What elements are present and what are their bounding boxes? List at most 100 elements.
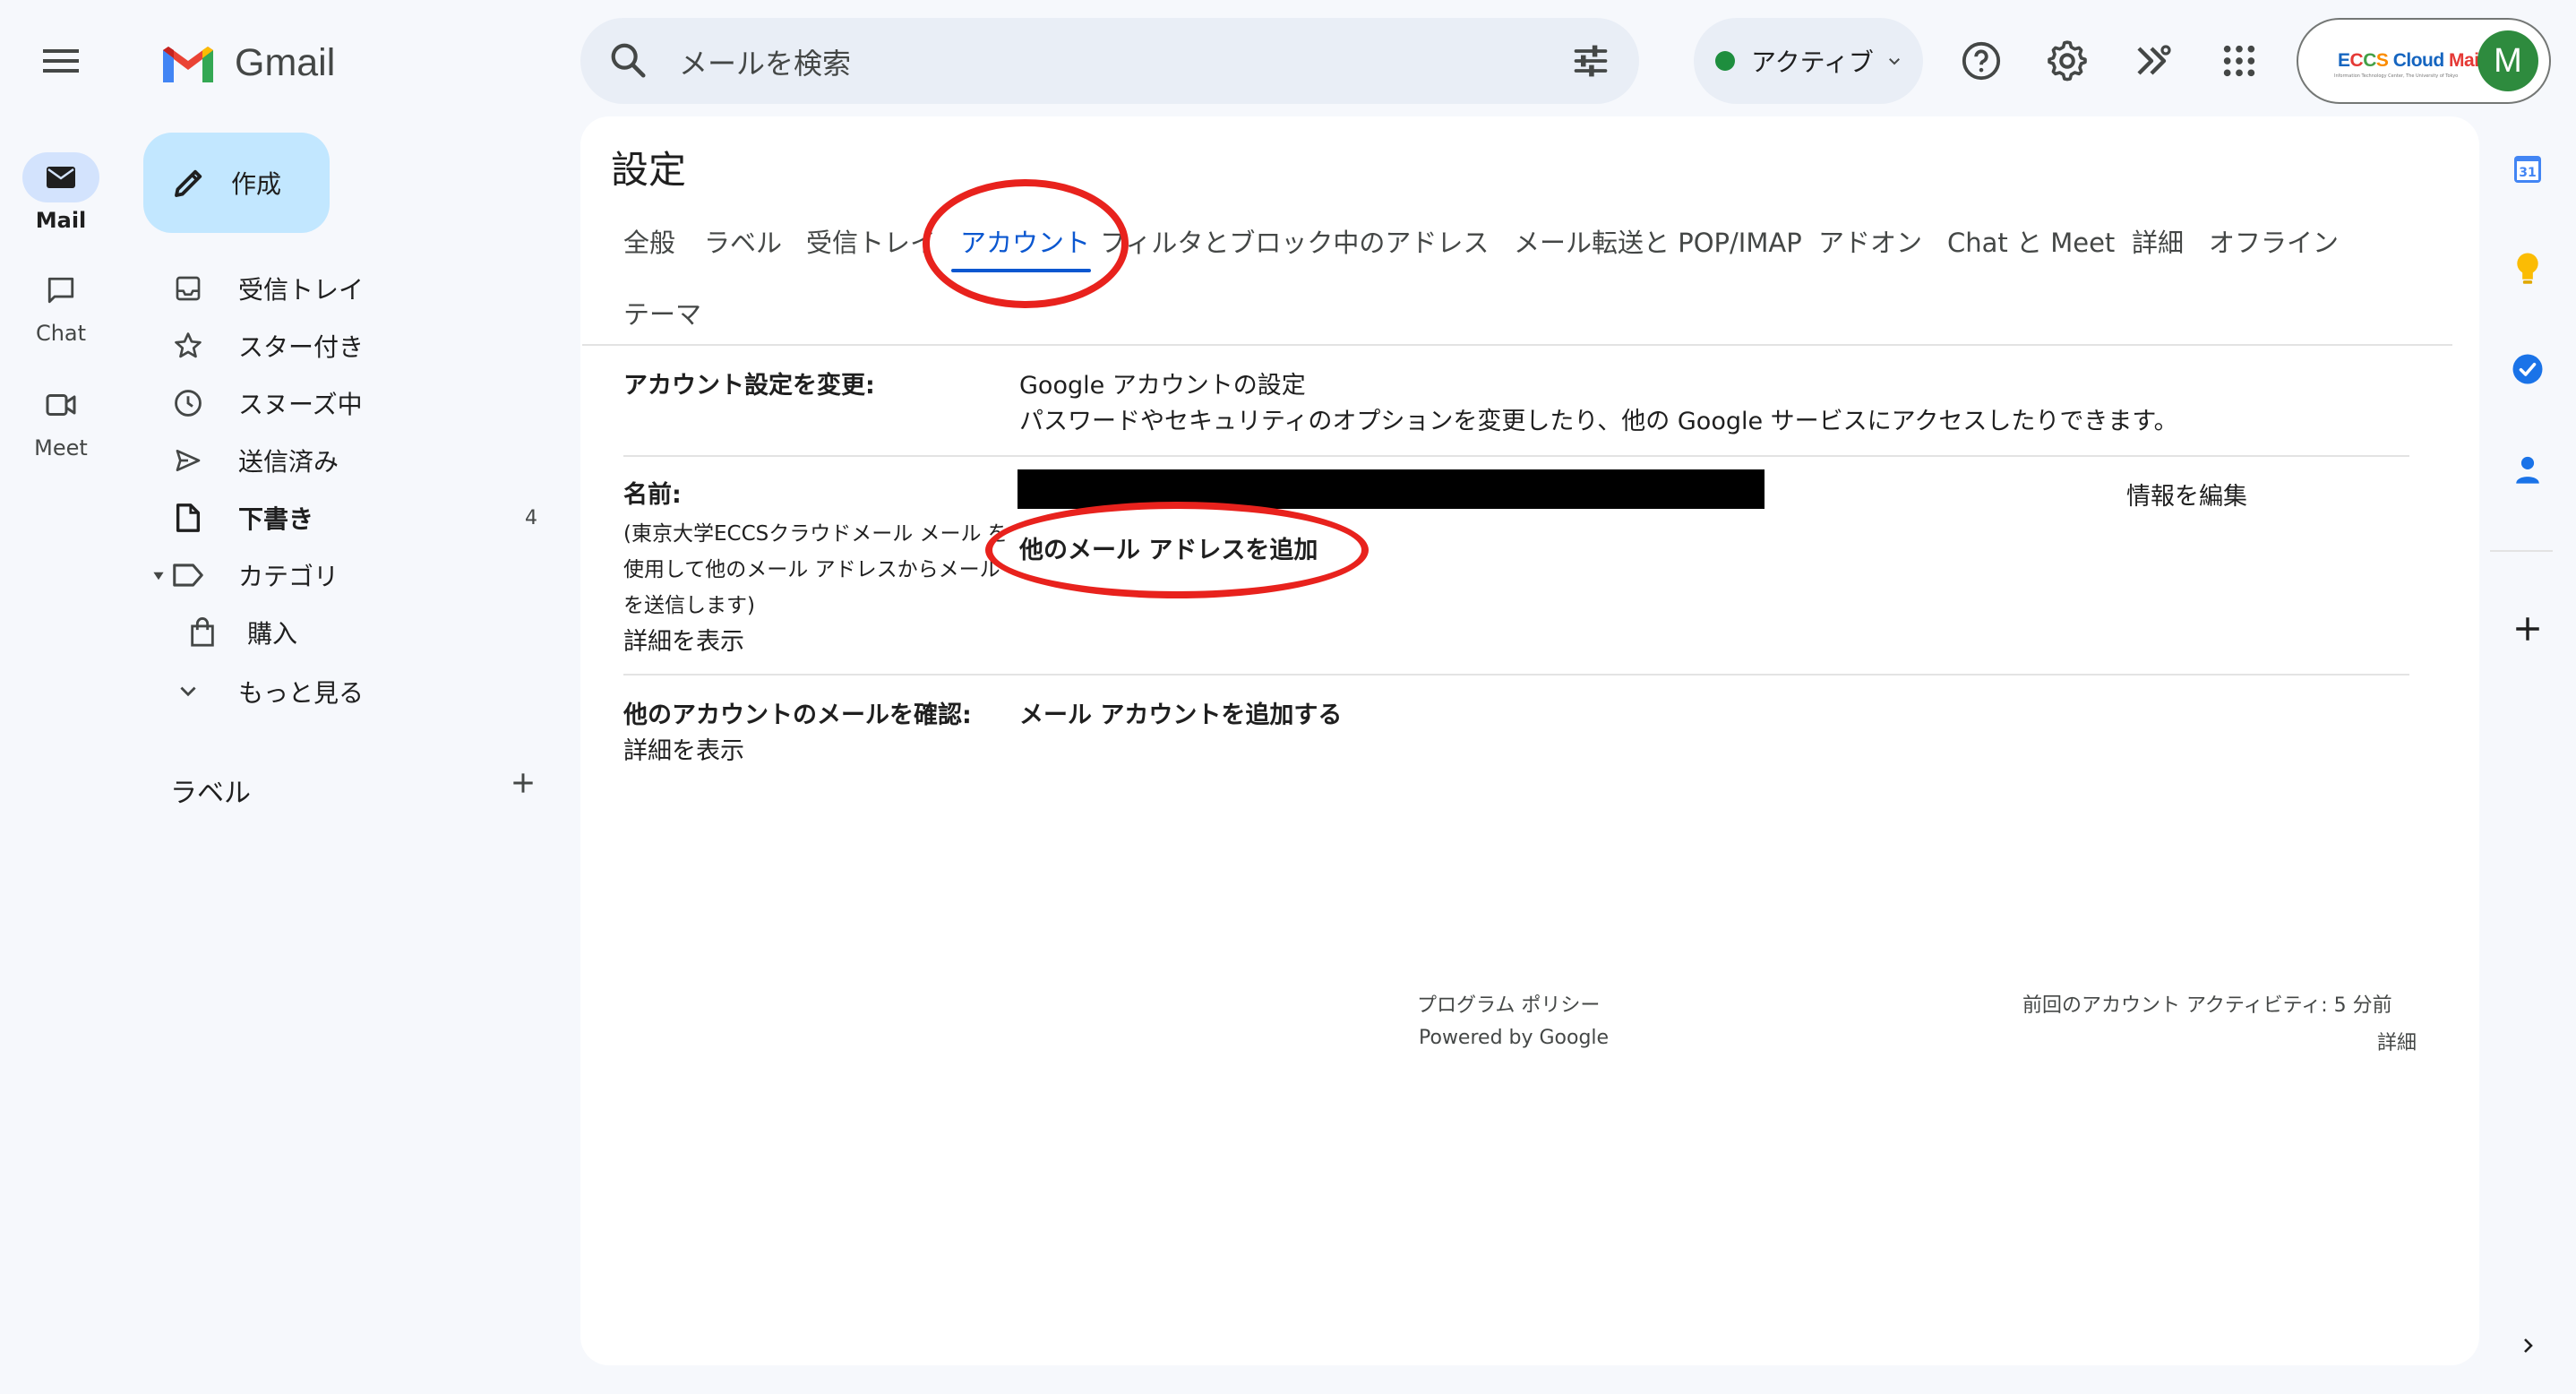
chevron-down-icon: [180, 686, 196, 697]
nav-item-inbox[interactable]: 受信トレイ: [161, 263, 555, 314]
name-details-link[interactable]: 詳細を表示: [623, 622, 744, 657]
google-account-settings-link[interactable]: Google アカウントの設定: [1019, 366, 1306, 400]
tab-offline[interactable]: オフライン: [2209, 222, 2339, 260]
get-addons-button[interactable]: [2503, 604, 2553, 654]
nav-item-categories[interactable]: カテゴリ: [153, 550, 555, 600]
status-selector[interactable]: アクティブ: [1694, 18, 1923, 104]
nav-label: もっと見る: [238, 678, 365, 708]
inbox-icon: [176, 276, 201, 301]
nav-item-snoozed[interactable]: スヌーズ中: [161, 378, 555, 428]
gmail-logo[interactable]: Gmail: [159, 36, 335, 90]
rail-item-mail[interactable]: Mail: [18, 152, 104, 233]
rail-item-meet[interactable]: Meet: [18, 380, 104, 460]
program-policy-link[interactable]: プログラム ポリシー: [1417, 989, 1600, 1018]
main-menu-button[interactable]: [34, 34, 88, 88]
send-icon: [176, 450, 201, 471]
powered-by-google: Powered by Google: [1419, 1027, 1610, 1049]
search-icon[interactable]: [607, 39, 648, 81]
clock-icon: [175, 390, 202, 417]
keep-app-button[interactable]: [2503, 244, 2553, 294]
shopping-bag-icon: [191, 617, 214, 647]
tab-forwarding[interactable]: メール転送と POP/IMAP: [1514, 222, 1802, 260]
tab-inbox[interactable]: 受信トレイ: [806, 222, 936, 260]
check-mail-details-link[interactable]: 詳細を表示: [623, 731, 744, 766]
nav-label: スヌーズ中: [238, 390, 363, 419]
nav-label: スター付き: [238, 332, 365, 362]
tab-addons[interactable]: アドオン: [1818, 222, 1922, 260]
name-note-line3: を送信します): [623, 594, 755, 617]
hamburger-icon: [43, 49, 79, 73]
add-mail-account-link[interactable]: メール アカウントを追加する: [1019, 695, 1342, 730]
name-note-line1: (東京大学ECCSクラウドメール メール を: [623, 522, 1009, 546]
tab-general[interactable]: 全般: [623, 222, 675, 260]
meet-icon: [46, 394, 76, 416]
contacts-app-button[interactable]: [2503, 444, 2553, 495]
calendar-icon: 31: [2514, 156, 2541, 183]
gmail-m-icon: [163, 47, 213, 82]
help-icon: [1962, 41, 2001, 81]
tab-chat-meet[interactable]: Chat と Meet: [1947, 222, 2115, 260]
chevron-right-icon: [2524, 1338, 2533, 1353]
search-input[interactable]: メールを検索: [679, 41, 851, 82]
nav-label: カテゴリ: [238, 562, 339, 591]
nav-item-drafts[interactable]: 下書き 4: [161, 493, 555, 543]
compose-button[interactable]: 作成: [143, 133, 330, 233]
add-label-button[interactable]: [509, 769, 537, 797]
rail-item-chat[interactable]: Chat: [18, 265, 104, 346]
activity-details-link[interactable]: 詳細: [2377, 1027, 2417, 1055]
edit-info-link[interactable]: 情報を編集: [2126, 477, 2247, 512]
contacts-person-icon: [2516, 456, 2539, 484]
nav-item-sent[interactable]: 送信済み: [161, 435, 555, 486]
nav-item-purchases[interactable]: 購入: [176, 607, 570, 658]
nav-item-more[interactable]: もっと見る: [161, 667, 555, 717]
star-icon: [175, 332, 202, 358]
apps-button[interactable]: [2211, 32, 2268, 90]
change-account-label: アカウント設定を変更:: [623, 372, 875, 400]
chat-icon: [47, 277, 74, 304]
help-button[interactable]: [1953, 32, 2010, 90]
labels-heading: ラベル: [170, 778, 251, 809]
tab-themes[interactable]: テーマ: [623, 294, 701, 331]
divider: [2490, 550, 2553, 552]
annotation-circle-accounts-tab: [923, 179, 1129, 308]
status-dot: [1715, 51, 1735, 71]
check-mail-label: 他のアカウントのメールを確認:: [623, 701, 972, 729]
nav-label: 下書き: [238, 504, 314, 534]
apps-grid-icon: [2223, 45, 2255, 77]
pencil-icon: [175, 169, 202, 197]
settings-panel: [580, 116, 2479, 1365]
divider: [623, 674, 2409, 675]
divider: [623, 455, 2409, 457]
tab-advanced[interactable]: 詳細: [2132, 222, 2184, 260]
settings-button[interactable]: [2039, 32, 2096, 90]
last-activity-text: 前回のアカウント アクティビティ: 5 分前: [2022, 994, 2392, 1017]
name-label: 名前:: [623, 481, 682, 509]
tab-filters[interactable]: フィルタとブロック中のアドレス: [1100, 222, 1489, 260]
nav-label: 送信済み: [238, 447, 339, 477]
avatar[interactable]: M: [2477, 30, 2538, 91]
calendar-day: 31: [2519, 166, 2536, 180]
rail-label-chat: Chat: [35, 321, 87, 346]
compose-label: 作成: [231, 169, 282, 199]
search-bar[interactable]: メールを検索: [580, 18, 1639, 104]
tab-labels[interactable]: ラベル: [704, 222, 782, 260]
plus-icon: [2516, 617, 2539, 641]
annotation-circle-add-address: [985, 502, 1369, 598]
mail-icon: [47, 167, 75, 188]
label-icon: [173, 564, 203, 587]
gemini-sparkle-icon: [2137, 45, 2171, 75]
nav-item-starred[interactable]: スター付き: [161, 321, 555, 371]
account-chip[interactable]: ECCS Cloud Mail Information Technology C…: [2297, 18, 2551, 104]
search-options-icon[interactable]: [1571, 41, 1610, 81]
caret-down-icon[interactable]: [152, 570, 165, 582]
name-note-line2: 使用して他のメール アドレスからメール: [623, 558, 1000, 581]
tasks-app-button[interactable]: [2503, 344, 2553, 394]
gear-icon: [2048, 40, 2087, 82]
change-account-description: パスワードやセキュリティのオプションを変更したり、他の Google サービスに…: [1019, 408, 2178, 435]
gemini-button[interactable]: [2125, 32, 2182, 90]
chevron-down-icon: [1888, 58, 1900, 65]
show-side-panel-button[interactable]: [2503, 1321, 2553, 1371]
drafts-count: 4: [525, 506, 537, 529]
nav-label: 受信トレイ: [238, 275, 365, 305]
calendar-app-button[interactable]: 31: [2503, 143, 2553, 194]
